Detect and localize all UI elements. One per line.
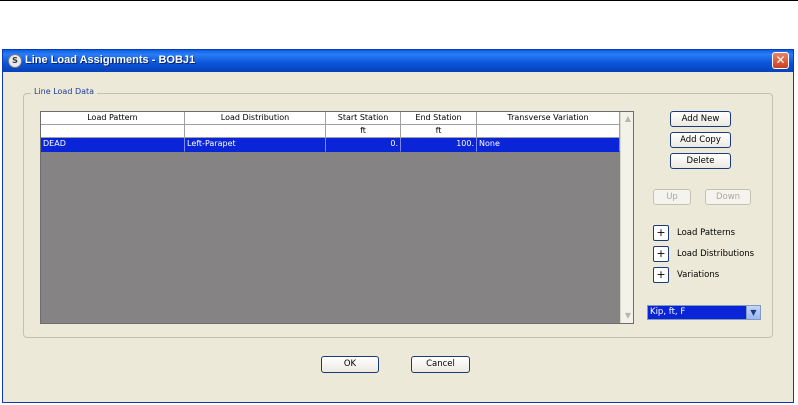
app-icon: S xyxy=(8,54,22,68)
line-load-assignments-dialog: S Line Load Assignments - BOBJ1 ✕ Line L… xyxy=(2,49,794,403)
chevron-down-icon[interactable]: ▼ xyxy=(746,306,760,319)
add-copy-button[interactable]: Add Copy xyxy=(670,132,731,148)
unit-load-distribution xyxy=(185,125,326,138)
expand-load-patterns-button[interactable]: + xyxy=(653,225,669,241)
cell-start-station[interactable]: 0. xyxy=(326,138,401,152)
add-new-button[interactable]: Add New xyxy=(670,111,731,127)
header-end-station[interactable]: End Station xyxy=(401,112,477,125)
variations-label: Variations xyxy=(677,270,720,280)
close-button[interactable]: ✕ xyxy=(772,52,789,69)
load-distributions-label: Load Distributions xyxy=(677,249,755,259)
cell-transverse-variation[interactable]: None xyxy=(477,138,620,152)
grid-vertical-scrollbar[interactable]: ▲ ▼ xyxy=(620,112,633,323)
expand-variations-button[interactable]: + xyxy=(653,267,669,283)
group-label: Line Load Data xyxy=(31,87,98,96)
header-load-distribution[interactable]: Load Distribution xyxy=(185,112,326,125)
units-select-value: Kip, ft, F xyxy=(650,307,686,317)
down-button[interactable]: Down xyxy=(705,189,751,205)
cancel-button[interactable]: Cancel xyxy=(411,356,470,373)
header-transverse-variation[interactable]: Transverse Variation xyxy=(477,112,620,125)
delete-button[interactable]: Delete xyxy=(670,153,731,169)
header-start-station[interactable]: Start Station xyxy=(326,112,401,125)
expand-load-distributions-button[interactable]: + xyxy=(653,246,669,262)
unit-transverse-variation xyxy=(477,125,620,138)
up-button[interactable]: Up xyxy=(653,189,691,205)
ok-button[interactable]: OK xyxy=(321,356,379,373)
scroll-down-arrow-icon[interactable]: ▼ xyxy=(623,311,633,321)
cell-load-distribution[interactable]: Left-Parapet xyxy=(185,138,326,152)
title-bar[interactable]: S Line Load Assignments - BOBJ1 ✕ xyxy=(3,50,793,72)
header-load-pattern[interactable]: Load Pattern xyxy=(41,112,185,125)
unit-start-station: ft xyxy=(326,125,401,138)
unit-load-pattern xyxy=(41,125,185,138)
window-title: Line Load Assignments - BOBJ1 xyxy=(25,54,196,66)
line-load-grid[interactable]: Load Pattern Load Distribution Start Sta… xyxy=(40,111,634,324)
units-select[interactable]: Kip, ft, F ▼ xyxy=(647,305,761,320)
cell-end-station[interactable]: 100. xyxy=(401,138,477,152)
cell-load-pattern[interactable]: DEAD xyxy=(41,138,185,152)
top-border-line xyxy=(0,0,798,1)
scroll-up-arrow-icon[interactable]: ▲ xyxy=(623,114,633,124)
load-patterns-label: Load Patterns xyxy=(677,228,736,238)
unit-end-station: ft xyxy=(401,125,477,138)
